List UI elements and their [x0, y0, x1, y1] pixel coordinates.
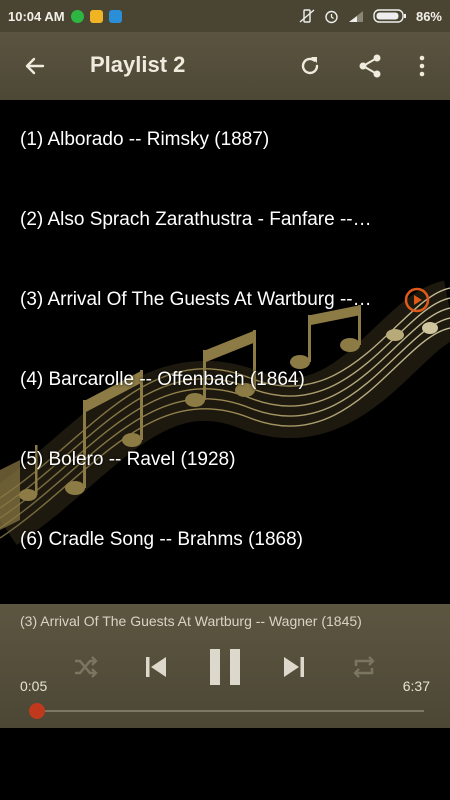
battery-icon [373, 9, 406, 23]
next-button[interactable] [276, 649, 312, 685]
alarm-icon [325, 10, 338, 23]
track-title: (5) Bolero -- Ravel (1928) [20, 449, 236, 470]
track-title: (3) Arrival Of The Guests At Wartburg --… [20, 289, 372, 310]
previous-icon [146, 657, 166, 677]
seek-bar[interactable] [32, 710, 424, 712]
status-bar: 10:04 AM 86% [0, 0, 450, 32]
elapsed-time: 0:05 [20, 678, 48, 694]
battery-percent: 86% [415, 8, 442, 24]
now-playing-title: (3) Arrival Of The Guests At Wartburg --… [20, 613, 362, 629]
shuffle-icon [75, 656, 98, 678]
track-row-6[interactable]: (6) Cradle Song -- Brahms (1868) [0, 500, 450, 580]
track-row-4[interactable]: (4) Barcarolle -- Offenbach (1864) [0, 340, 450, 420]
next-icon [284, 657, 304, 677]
shuffle-button[interactable] [68, 650, 102, 684]
track-title: (2) Also Sprach Zarathustra - Fanfare --… [20, 209, 372, 230]
app-icon [108, 9, 122, 23]
share-icon [359, 54, 381, 78]
track-title: (6) Cradle Song -- Brahms (1868) [20, 529, 303, 550]
seek-handle[interactable] [29, 703, 46, 719]
track-row-3[interactable]: (3) Arrival Of The Guests At Wartburg --… [0, 260, 450, 340]
more-icon [419, 55, 425, 77]
now-playing-icon [404, 287, 430, 313]
status-time: 10:04 AM [8, 8, 65, 24]
refresh-icon [301, 57, 319, 75]
whatsapp-icon [70, 9, 84, 23]
total-duration: 6:37 [402, 678, 430, 694]
pause-icon [210, 649, 240, 685]
app-bar: Playlist 2 [0, 32, 450, 100]
bottom-area [0, 728, 450, 800]
page-title: Playlist 2 [90, 52, 186, 77]
track-title: (1) Alborado -- Rimsky (1887) [20, 129, 270, 150]
repeat-button[interactable] [347, 650, 381, 684]
message-icon [89, 9, 103, 23]
refresh-button[interactable] [294, 50, 326, 82]
more-button[interactable] [406, 50, 438, 82]
track-row-1[interactable]: (1) Alborado -- Rimsky (1887) [0, 100, 450, 180]
pause-button[interactable] [205, 644, 245, 690]
repeat-icon [353, 656, 375, 678]
back-icon [25, 57, 45, 75]
track-title: (4) Barcarolle -- Offenbach (1864) [20, 369, 305, 390]
signal-icon [348, 10, 363, 22]
track-row-5[interactable]: (5) Bolero -- Ravel (1928) [0, 420, 450, 500]
player-panel: (3) Arrival Of The Guests At Wartburg --… [0, 604, 450, 728]
track-row-2[interactable]: (2) Also Sprach Zarathustra - Fanfare --… [0, 180, 450, 260]
share-button[interactable] [354, 50, 386, 82]
playlist: (1) Alborado -- Rimsky (1887) (2) Also S… [0, 100, 450, 604]
previous-button[interactable] [138, 649, 174, 685]
vibrate-off-icon [299, 9, 315, 23]
back-button[interactable] [19, 50, 51, 82]
